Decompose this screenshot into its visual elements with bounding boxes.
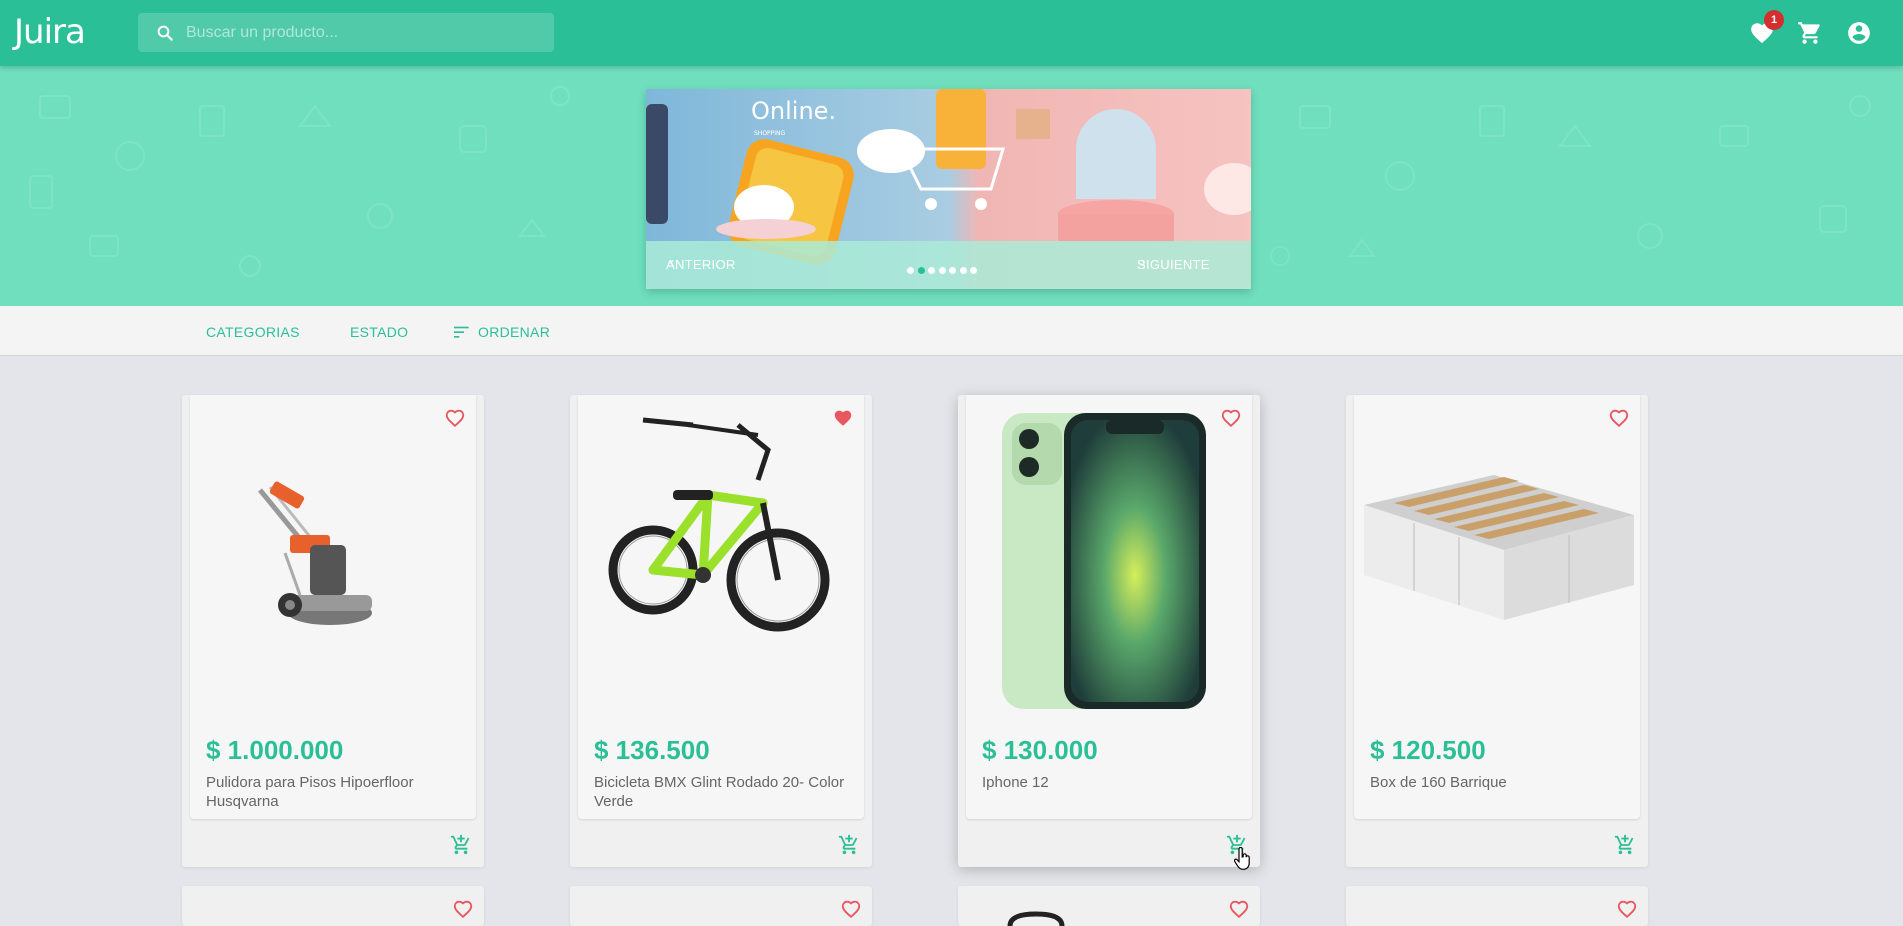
carousel-prev-button[interactable]: ANTERIOR (666, 257, 736, 272)
product-card[interactable] (182, 886, 484, 926)
favorite-heart-outline-icon[interactable] (1608, 407, 1630, 429)
favorite-heart-outline-icon[interactable] (840, 898, 862, 920)
product-card-body[interactable]: $ 136.500 Bicicleta BMX Glint Rodado 20-… (578, 395, 864, 819)
product-card[interactable]: $ 1.000.000 Pulidora para Pisos Hipoerfl… (182, 395, 484, 867)
search-box[interactable] (138, 13, 554, 52)
search-input[interactable] (186, 13, 546, 52)
product-card-body[interactable]: $ 130.000 Iphone 12 (966, 395, 1252, 819)
product-price: $ 136.500 (594, 735, 710, 765)
product-card[interactable]: $ 120.500 Box de 160 Barrique (1346, 395, 1648, 867)
product-image-partial (1007, 911, 1065, 926)
product-card-body[interactable]: $ 120.500 Box de 160 Barrique (1354, 395, 1640, 819)
chevron-right-icon (1141, 260, 1145, 266)
favorite-heart-outline-icon[interactable] (1220, 407, 1242, 429)
cart-icon[interactable] (1797, 20, 1823, 46)
carousel-dot[interactable] (959, 267, 967, 274)
carousel-next-button[interactable]: SIGUIENTE (1137, 257, 1210, 272)
chevron-left-icon (670, 260, 674, 266)
favorite-heart-outline-icon[interactable] (452, 898, 474, 920)
add-to-cart-icon[interactable] (1614, 834, 1636, 856)
add-to-cart-icon[interactable] (450, 834, 472, 856)
favorites-count-badge: 1 (1764, 10, 1784, 30)
favorite-heart-filled-icon[interactable] (832, 407, 854, 429)
hero-banner: Online. SHOPPING ANTERIOR SIGUIENTE (0, 66, 1903, 306)
banner-carousel[interactable]: Online. SHOPPING ANTERIOR SIGUIENTE (646, 89, 1251, 289)
floor-polisher-image (258, 481, 372, 625)
product-card[interactable]: $ 130.000 Iphone 12 (958, 395, 1260, 870)
carousel-dot[interactable] (907, 267, 914, 274)
carousel-indicators (907, 261, 981, 274)
sort-icon (454, 326, 469, 338)
bed-box-image (1364, 475, 1634, 620)
favorite-heart-outline-icon[interactable] (1228, 898, 1250, 920)
product-title[interactable]: Bicicleta BMX Glint Rodado 20- Color Ver… (594, 773, 864, 811)
banner-subtitle: SHOPPING (754, 130, 786, 137)
bmx-bicycle-image (608, 417, 830, 632)
carousel-dot[interactable] (949, 267, 956, 274)
carousel-controls: ANTERIOR SIGUIENTE (646, 241, 1251, 289)
add-to-cart-icon[interactable] (838, 834, 860, 856)
product-card[interactable] (1346, 886, 1648, 926)
carousel-dot[interactable] (938, 267, 946, 274)
favorite-heart-outline-icon[interactable] (1616, 898, 1638, 920)
categories-filter-button[interactable]: CATEGORIAS (206, 324, 300, 340)
order-button[interactable]: ORDENAR (454, 324, 550, 340)
account-icon[interactable] (1846, 20, 1872, 46)
carousel-dot[interactable] (928, 267, 935, 274)
product-card-body[interactable]: $ 1.000.000 Pulidora para Pisos Hipoerfl… (190, 395, 476, 819)
banner-title: Online. (751, 97, 836, 125)
product-card[interactable] (570, 886, 872, 926)
top-app-bar: Juira 1 (0, 0, 1903, 66)
order-label: ORDENAR (478, 324, 551, 340)
app-logo[interactable]: Juira (14, 12, 86, 52)
filter-bar: CATEGORIAS ESTADO ORDENAR (0, 306, 1903, 356)
state-filter-button[interactable]: ESTADO (350, 324, 408, 340)
product-card[interactable]: $ 136.500 Bicicleta BMX Glint Rodado 20-… (570, 395, 872, 867)
product-price: $ 130.000 (982, 735, 1098, 765)
product-title[interactable]: Iphone 12 (982, 773, 1252, 792)
product-price: $ 1.000.000 (206, 735, 344, 765)
search-icon (157, 25, 173, 41)
hand-pointer-cursor-icon (1234, 847, 1250, 870)
product-title[interactable]: Pulidora para Pisos Hipoerfloor Husqvarn… (206, 773, 476, 811)
product-price: $ 120.500 (1370, 735, 1486, 765)
product-card[interactable] (958, 886, 1260, 926)
carousel-dot[interactable] (970, 267, 977, 274)
product-title[interactable]: Box de 160 Barrique (1370, 773, 1640, 792)
favorite-heart-outline-icon[interactable] (444, 407, 466, 429)
carousel-dot-active[interactable] (917, 267, 925, 274)
iphone-12-image (1002, 413, 1206, 709)
